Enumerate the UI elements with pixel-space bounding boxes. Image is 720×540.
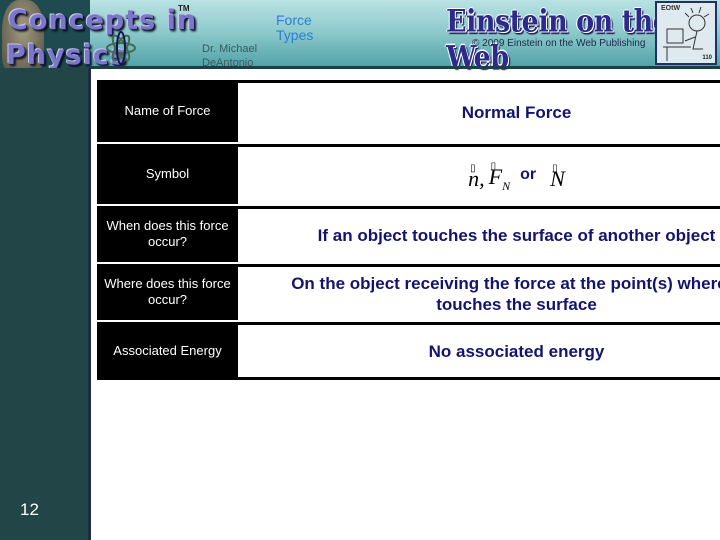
header-banner: Concepts in Physics TM Dr. Michael DeAnt… — [0, 0, 720, 75]
table-row-energy: Associated Energy No associated energy — [97, 322, 720, 380]
cartoon-label: EOtW — [661, 5, 681, 12]
symbol-fn: ▯ FN — [489, 161, 511, 193]
page-title-line1: Force — [276, 12, 312, 28]
table-row-symbol: Symbol ▯ n , ▯ FN or ▯ N — [97, 144, 720, 204]
row-label: When does this force occur? — [97, 206, 238, 262]
symbol-separator: , — [479, 166, 485, 191]
atom-icon — [106, 31, 136, 65]
row-value: On the object receiving the force at the… — [238, 264, 720, 320]
table-row-when: When does this force occur? If an object… — [97, 206, 720, 262]
einstein-cartoon-icon: EOtW 110 — [655, 1, 717, 65]
header-divider — [88, 66, 720, 69]
sidebar-edge — [88, 68, 91, 540]
row-value: No associated energy — [238, 322, 720, 380]
vector-arrow-icon: ▯ — [490, 161, 497, 172]
copyright-notice: © 2009 Einstein on the Web Publishing — [472, 38, 646, 49]
sidebar — [0, 68, 88, 540]
row-value: Normal Force — [238, 80, 720, 142]
symbol-n: ▯ n — [468, 163, 479, 190]
page-title: Force Types — [276, 13, 313, 43]
symbol-f-subscript: N — [502, 179, 511, 193]
logo-text-concepts: Concepts in — [8, 5, 198, 36]
row-label: Name of Force — [97, 80, 238, 142]
cartoon-number: 110 — [702, 55, 712, 61]
symbol-or: or — [520, 166, 537, 183]
page-title-line2: Types — [276, 27, 314, 43]
trademark-mark: TM — [178, 4, 190, 13]
row-label: Where does this force occur? — [97, 264, 238, 320]
row-value: If an object touches the surface of anot… — [238, 206, 720, 262]
row-value-symbols: ▯ n , ▯ FN or ▯ N — [238, 144, 720, 204]
vector-arrow-icon: ▯ — [470, 163, 476, 174]
author-line1: Dr. Michael — [202, 43, 258, 55]
slide-number: 12 — [20, 500, 39, 519]
vector-arrow-icon: ▯ — [552, 163, 558, 174]
table-row-where: Where does this force occur? On the obje… — [97, 264, 720, 320]
row-label: Symbol — [97, 144, 238, 204]
cartoon-drawing-icon — [663, 6, 710, 61]
table-row-name: Name of Force Normal Force — [97, 80, 720, 142]
symbol-N: ▯ N — [550, 163, 565, 190]
row-label: Associated Energy — [97, 322, 238, 380]
